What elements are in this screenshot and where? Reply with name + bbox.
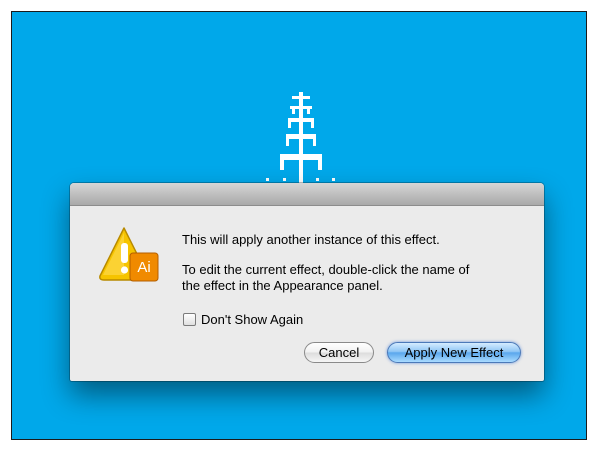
- dont-show-again-label[interactable]: Don't Show Again: [201, 312, 303, 327]
- selected-artwork[interactable]: [266, 92, 336, 187]
- dialog-titlebar[interactable]: [70, 183, 544, 206]
- warning-icon: Ai: [99, 227, 159, 282]
- dont-show-again-checkbox[interactable]: [183, 312, 196, 326]
- message-secondary-line2: the effect in the Appearance panel.: [182, 278, 383, 293]
- message-primary: This will apply another instance of this…: [182, 232, 440, 247]
- message-secondary-line1: To edit the current effect, double-click…: [182, 262, 470, 277]
- dont-show-again-option[interactable]: Don't Show Again: [183, 311, 303, 327]
- apply-new-effect-button[interactable]: Apply New Effect: [387, 342, 521, 363]
- apply-effect-dialog: Ai This will apply another instance of t…: [70, 183, 544, 381]
- app-badge-text: Ai: [137, 259, 150, 276]
- cancel-button[interactable]: Cancel: [304, 342, 374, 363]
